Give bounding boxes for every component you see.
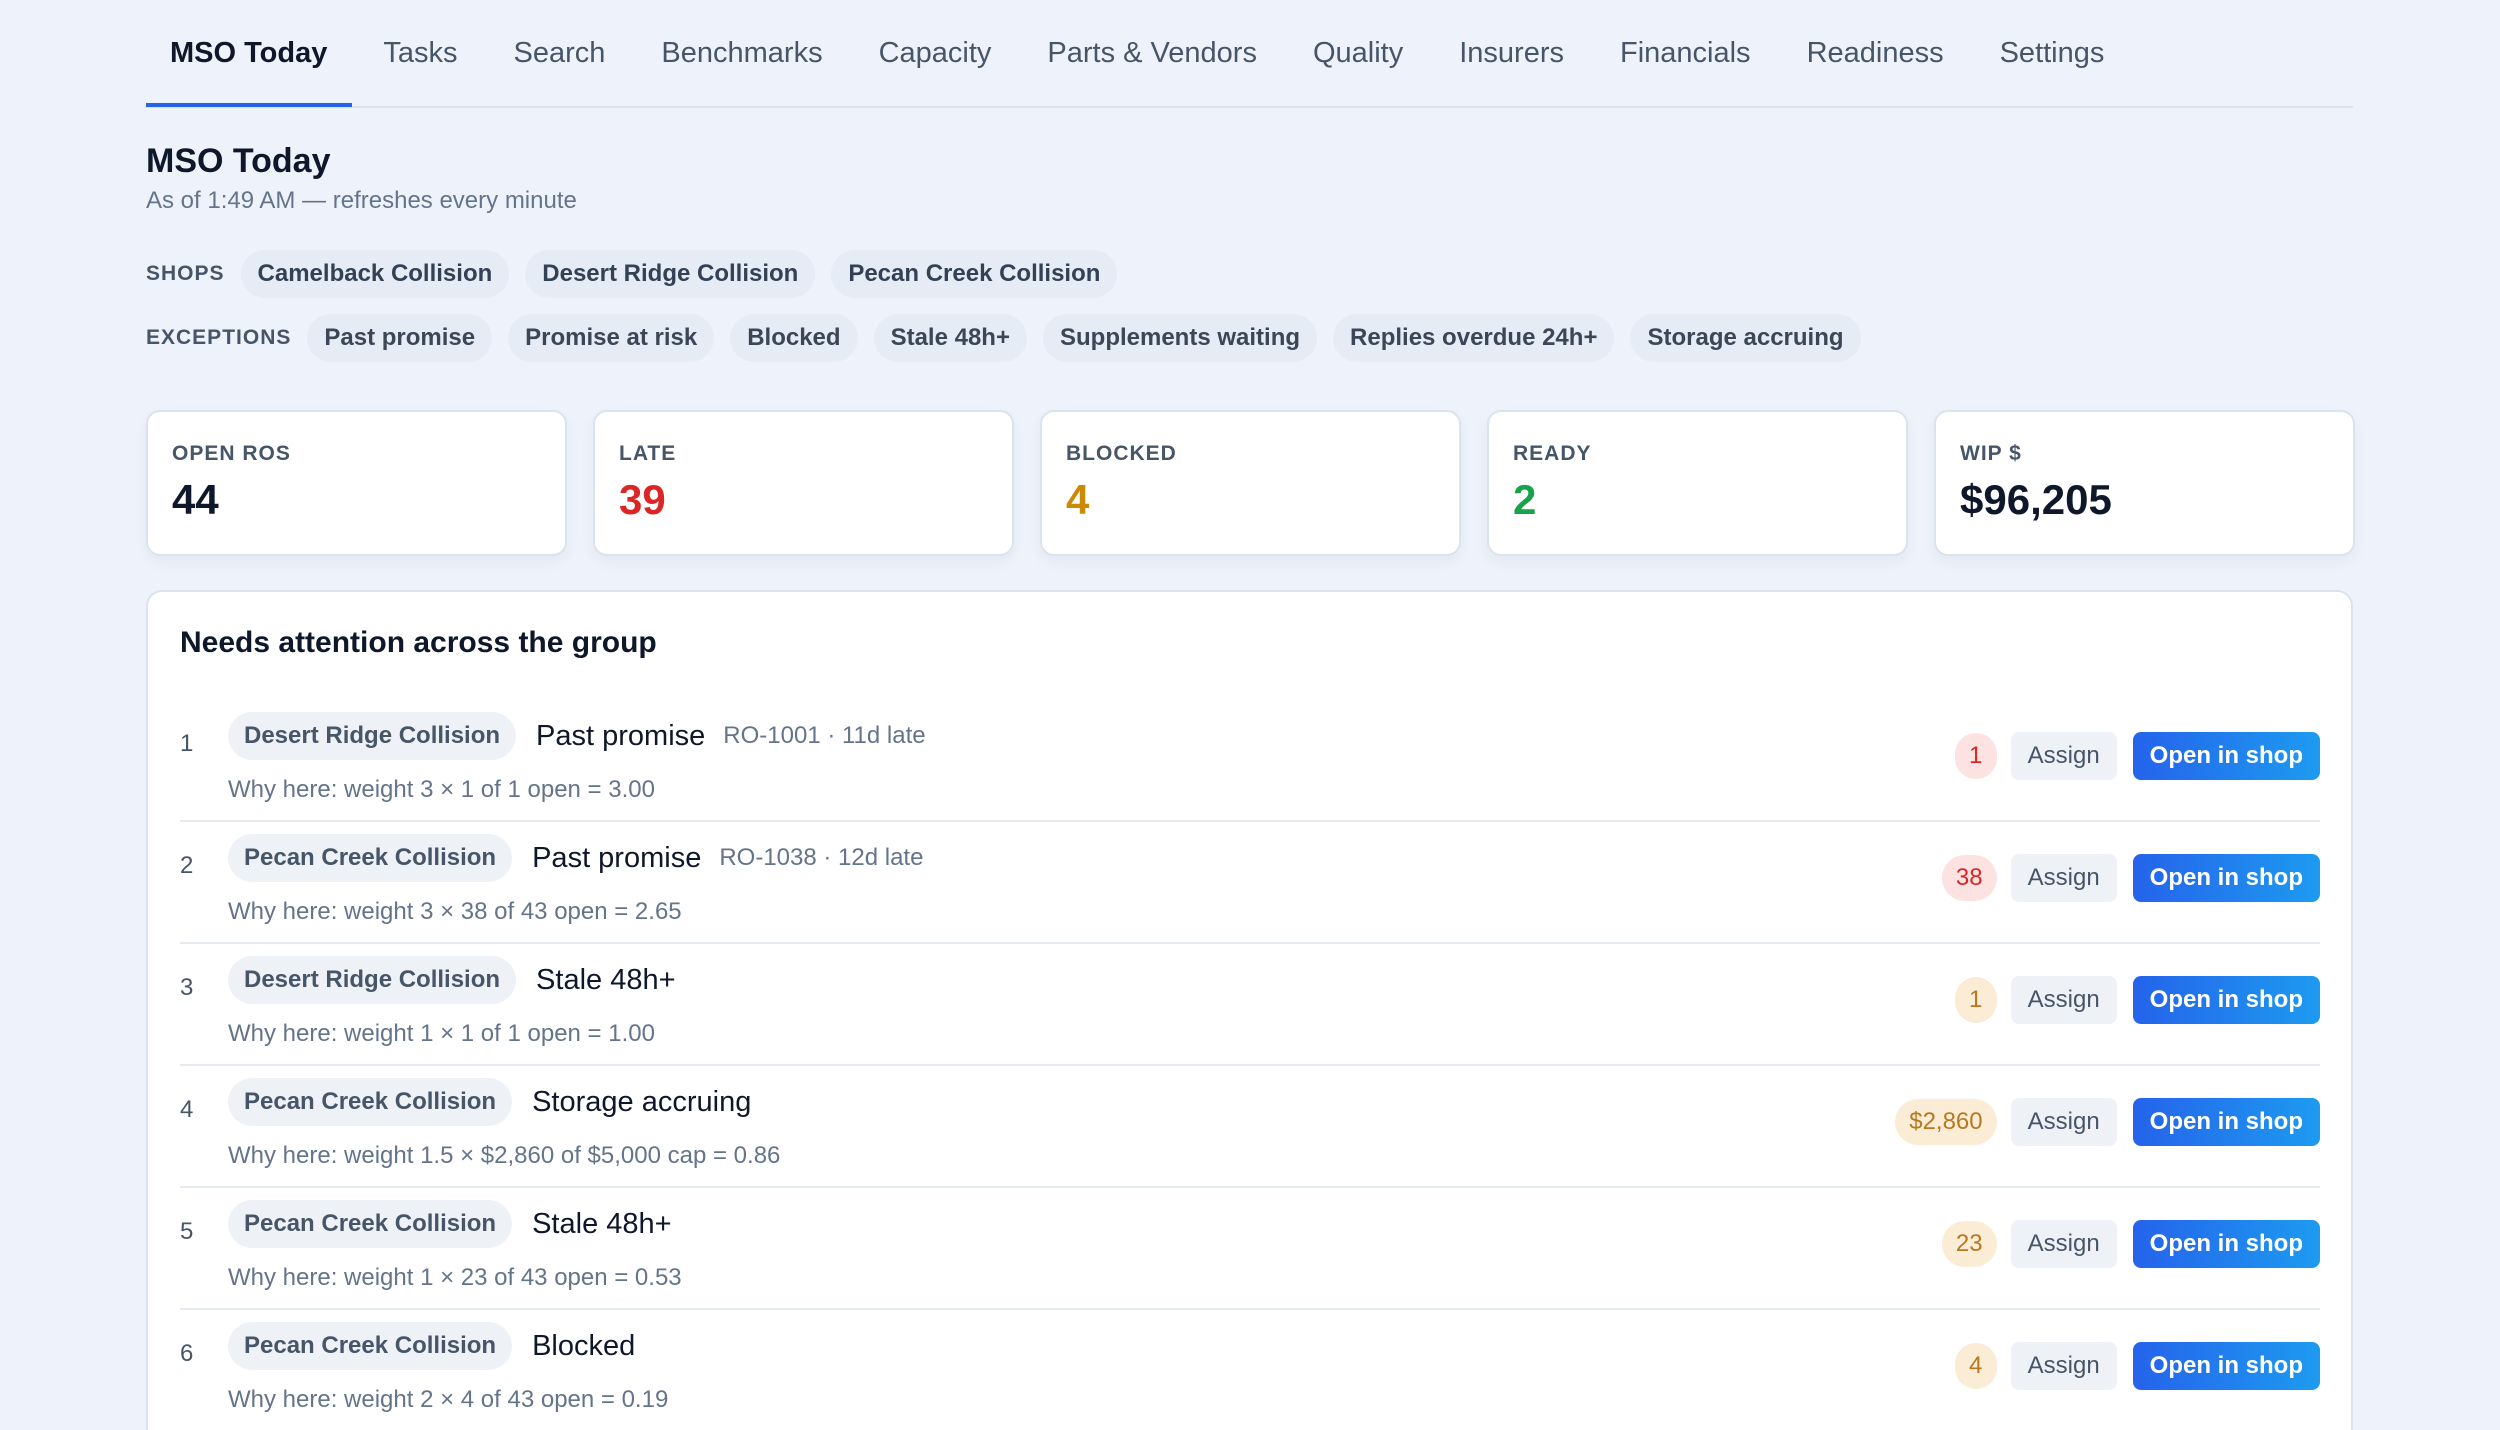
stat-value: 39 <box>619 476 666 523</box>
row-shop-chip: Pecan Creek Collision <box>228 834 513 882</box>
row-shop-chip: Desert Ridge Collision <box>228 712 517 760</box>
open-in-shop-button[interactable]: Open in shop <box>2132 1098 2320 1146</box>
stat-card-open-ros: OPEN ROS 44 <box>146 410 567 556</box>
open-in-shop-button[interactable]: Open in shop <box>2132 732 2320 780</box>
tab-financials[interactable]: Financials <box>1595 0 1776 107</box>
row-why: Why here: weight 1 × 23 of 43 open = 0.5… <box>228 1264 682 1291</box>
row-rank: 5 <box>180 1218 194 1245</box>
stat-card-ready: READY 2 <box>1487 410 1908 556</box>
tab-mso-today[interactable]: MSO Today <box>146 0 353 107</box>
tab-settings[interactable]: Settings <box>1975 0 2130 107</box>
attention-row: 1 Desert Ridge Collision Past promise RO… <box>180 700 2320 822</box>
row-shop-chip: Pecan Creek Collision <box>228 1200 513 1248</box>
row-issue: Blocked <box>532 1329 636 1362</box>
row-meta: RO-1038 · 12d late <box>719 844 924 871</box>
exception-chip-stale[interactable]: Stale 48h+ <box>873 314 1027 362</box>
assign-button[interactable]: Assign <box>2010 1220 2117 1268</box>
row-amount-badge: $2,860 <box>1895 1099 1997 1145</box>
row-issue: Stale 48h+ <box>532 1207 672 1240</box>
shops-filter-row: SHOPS Camelback Collision Desert Ridge C… <box>146 250 1133 298</box>
stat-cards: OPEN ROS 44 LATE 39 BLOCKED 4 READY 2 WI… <box>146 410 2355 556</box>
stat-label: OPEN ROS <box>172 442 291 465</box>
stat-label: READY <box>1513 442 1592 465</box>
stat-card-late: LATE 39 <box>593 410 1014 556</box>
attention-row: 3 Desert Ridge Collision Stale 48h+ Why … <box>180 944 2320 1066</box>
exceptions-filter-row: EXCEPTIONS Past promise Promise at risk … <box>146 314 1877 362</box>
row-rank: 3 <box>180 974 194 1001</box>
shops-filter-label: SHOPS <box>146 262 225 285</box>
row-why: Why here: weight 2 × 4 of 43 open = 0.19 <box>228 1386 669 1413</box>
exceptions-filter-label: EXCEPTIONS <box>146 326 292 349</box>
stat-label: WIP $ <box>1960 442 2022 465</box>
row-rank: 1 <box>180 730 194 757</box>
row-rank: 4 <box>180 1096 194 1123</box>
row-count-badge: 4 <box>1954 1343 1997 1389</box>
exception-chip-promise-at-risk[interactable]: Promise at risk <box>508 314 715 362</box>
open-in-shop-button[interactable]: Open in shop <box>2132 1220 2320 1268</box>
row-shop-chip: Pecan Creek Collision <box>228 1078 513 1126</box>
exception-chip-replies-overdue[interactable]: Replies overdue 24h+ <box>1333 314 1615 362</box>
assign-button[interactable]: Assign <box>2010 1098 2117 1146</box>
exception-chip-past-promise[interactable]: Past promise <box>307 314 493 362</box>
app-root: MSO Today Tasks Search Benchmarks Capaci… <box>146 0 2355 1430</box>
tab-readiness[interactable]: Readiness <box>1782 0 1969 107</box>
exception-chip-supplements-waiting[interactable]: Supplements waiting <box>1042 314 1318 362</box>
assign-button[interactable]: Assign <box>2010 854 2117 902</box>
top-tab-bar: MSO Today Tasks Search Benchmarks Capaci… <box>146 0 2353 108</box>
row-why: Why here: weight 3 × 1 of 1 open = 3.00 <box>228 776 655 803</box>
open-in-shop-button[interactable]: Open in shop <box>2132 1342 2320 1390</box>
attention-panel-title: Needs attention across the group <box>180 626 657 659</box>
exception-chip-blocked[interactable]: Blocked <box>730 314 858 362</box>
attention-row: 4 Pecan Creek Collision Storage accruing… <box>180 1066 2320 1188</box>
tab-quality[interactable]: Quality <box>1288 0 1428 107</box>
page-subtitle: As of 1:49 AM — refreshes every minute <box>146 187 577 214</box>
assign-button[interactable]: Assign <box>2010 1342 2117 1390</box>
row-shop-chip: Pecan Creek Collision <box>228 1322 513 1370</box>
open-in-shop-button[interactable]: Open in shop <box>2132 854 2320 902</box>
stat-value: 2 <box>1513 476 1537 523</box>
attention-panel: Needs attention across the group 1 Deser… <box>146 590 2353 1430</box>
row-issue: Stale 48h+ <box>536 963 676 996</box>
row-count-badge: 38 <box>1941 855 1997 901</box>
row-meta: RO-1001 · 11d late <box>723 722 926 749</box>
tab-tasks[interactable]: Tasks <box>358 0 482 107</box>
attention-row: 2 Pecan Creek Collision Past promise RO-… <box>180 822 2320 944</box>
stat-card-blocked: BLOCKED 4 <box>1040 410 1461 556</box>
shop-chip-desert-ridge[interactable]: Desert Ridge Collision <box>525 250 816 298</box>
row-rank: 2 <box>180 852 194 879</box>
tab-parts-vendors[interactable]: Parts & Vendors <box>1022 0 1282 107</box>
row-count-badge: 1 <box>1954 977 1997 1023</box>
stat-label: LATE <box>619 442 677 465</box>
stat-value: 44 <box>172 476 219 523</box>
attention-row: 5 Pecan Creek Collision Stale 48h+ Why h… <box>180 1188 2320 1310</box>
row-rank: 6 <box>180 1340 194 1367</box>
row-shop-chip: Desert Ridge Collision <box>228 956 517 1004</box>
attention-row: 6 Pecan Creek Collision Blocked Why here… <box>180 1310 2320 1430</box>
tab-search[interactable]: Search <box>489 0 631 107</box>
stat-label: BLOCKED <box>1066 442 1177 465</box>
tab-capacity[interactable]: Capacity <box>854 0 1017 107</box>
stat-value: 4 <box>1066 476 1090 523</box>
shop-chip-camelback[interactable]: Camelback Collision <box>240 250 510 298</box>
tab-benchmarks[interactable]: Benchmarks <box>636 0 847 107</box>
row-why: Why here: weight 1 × 1 of 1 open = 1.00 <box>228 1020 655 1047</box>
page-title: MSO Today <box>146 142 331 180</box>
shop-chip-pecan-creek[interactable]: Pecan Creek Collision <box>831 250 1118 298</box>
attention-list: 1 Desert Ridge Collision Past promise RO… <box>180 700 2320 1430</box>
row-issue: Storage accruing <box>532 1085 752 1118</box>
stat-value: $96,205 <box>1960 476 2112 523</box>
row-count-badge: 23 <box>1941 1221 1997 1267</box>
stat-card-wip: WIP $ $96,205 <box>1934 410 2355 556</box>
row-count-badge: 1 <box>1954 733 1997 779</box>
tab-insurers[interactable]: Insurers <box>1434 0 1589 107</box>
row-why: Why here: weight 3 × 38 of 43 open = 2.6… <box>228 898 682 925</box>
open-in-shop-button[interactable]: Open in shop <box>2132 976 2320 1024</box>
exception-chip-storage-accruing[interactable]: Storage accruing <box>1630 314 1861 362</box>
row-issue: Past promise <box>532 841 702 874</box>
assign-button[interactable]: Assign <box>2010 732 2117 780</box>
row-why: Why here: weight 1.5 × $2,860 of $5,000 … <box>228 1142 781 1169</box>
row-issue: Past promise <box>536 719 706 752</box>
assign-button[interactable]: Assign <box>2010 976 2117 1024</box>
